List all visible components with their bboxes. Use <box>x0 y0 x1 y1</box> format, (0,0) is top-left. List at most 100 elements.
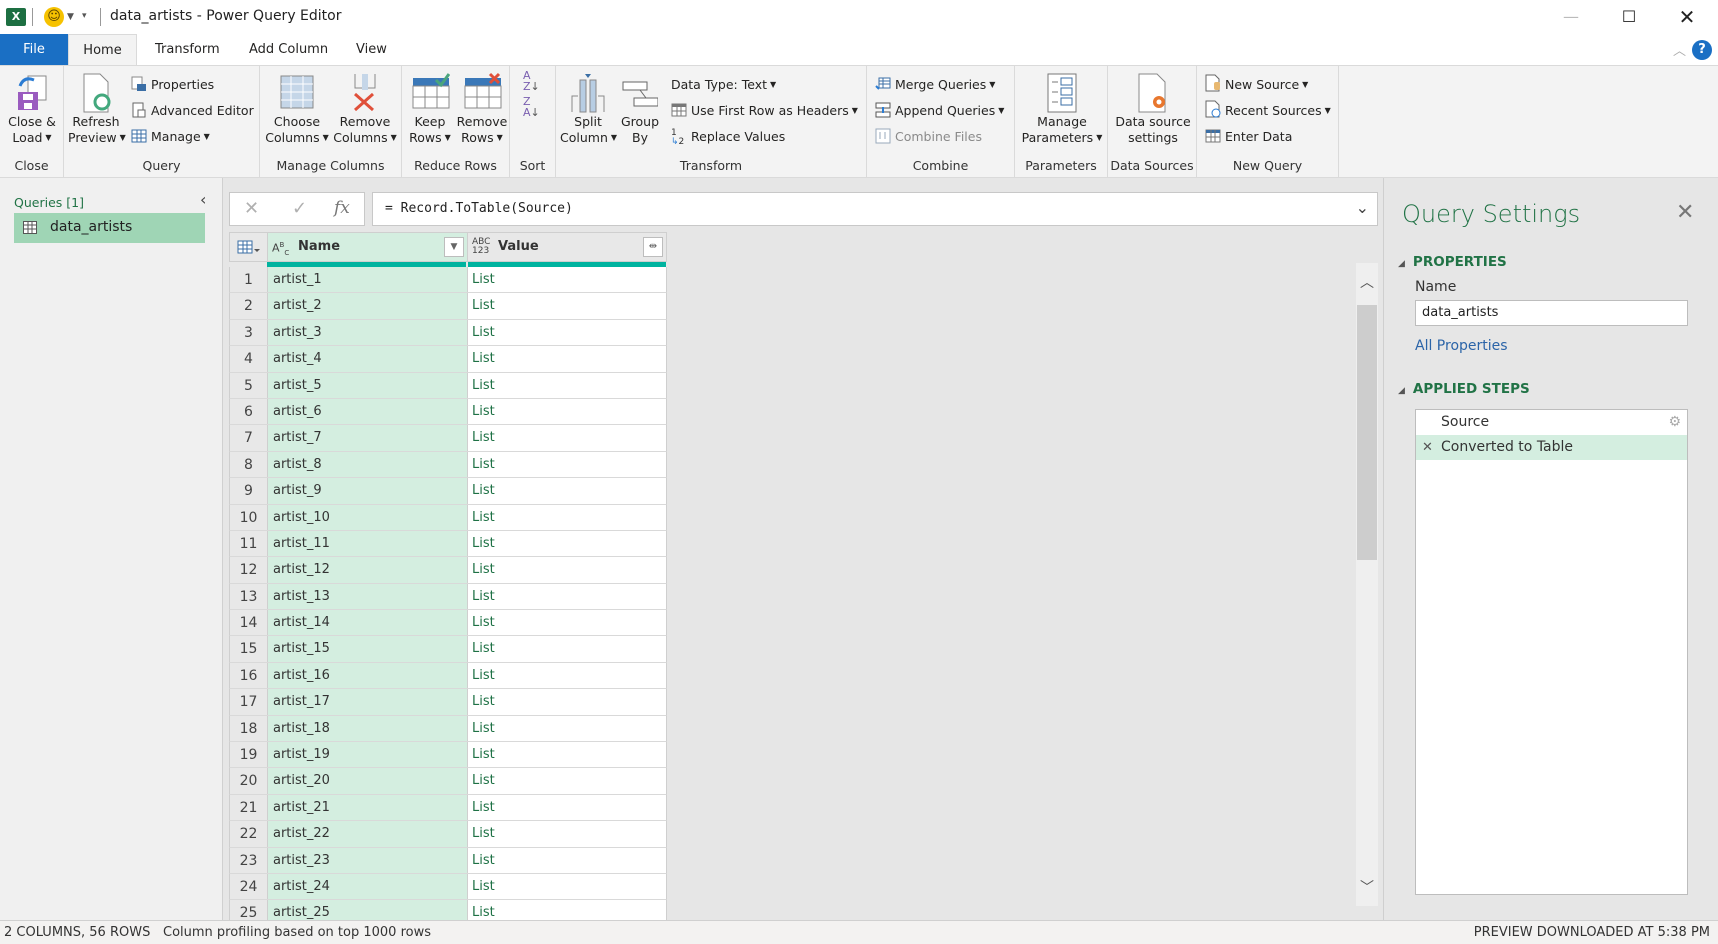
cell-value-list-link[interactable]: List <box>468 346 666 371</box>
cell-value-list-link[interactable]: List <box>468 768 666 793</box>
cell-value-list-link[interactable]: List <box>468 320 666 345</box>
cell-name[interactable]: artist_13 <box>268 583 468 610</box>
step-source[interactable]: Source ⚙ <box>1416 410 1687 435</box>
cell-value-list-link[interactable]: List <box>468 452 666 477</box>
cell-value-list-link[interactable]: List <box>468 874 666 899</box>
properties-section[interactable]: ◢ PROPERTIES <box>1398 254 1507 270</box>
row-number[interactable]: 13 <box>230 583 268 610</box>
collapse-ribbon-icon[interactable]: ︿ <box>1673 40 1686 59</box>
cell-name[interactable]: artist_7 <box>268 425 468 451</box>
cell-name[interactable]: artist_19 <box>268 742 468 768</box>
column-header-name[interactable]: ABC Name ▼ <box>268 233 468 261</box>
minimize-button[interactable]: — <box>1548 0 1594 34</box>
cell-name[interactable]: artist_18 <box>268 715 468 742</box>
table-row[interactable]: 10 artist_10 List <box>229 504 667 531</box>
confirm-formula-icon[interactable]: ✓ <box>292 198 307 219</box>
row-number[interactable]: 23 <box>230 847 268 873</box>
tab-file[interactable]: File <box>0 34 68 66</box>
step-converted-to-table[interactable]: ✕ Converted to Table <box>1416 435 1687 460</box>
table-row[interactable]: 1 artist_1 List <box>229 267 667 294</box>
cell-name[interactable]: artist_20 <box>268 768 468 794</box>
cell-name[interactable]: artist_1 <box>268 267 468 293</box>
row-number[interactable]: 9 <box>230 478 268 504</box>
table-row[interactable]: 8 artist_8 List <box>229 451 667 479</box>
remove-columns-button[interactable]: Remove Columns ▼ <box>332 72 398 146</box>
close-load-button[interactable]: Close & Load ▼ <box>4 72 60 146</box>
cell-value-list-link[interactable]: List <box>468 716 666 741</box>
table-row[interactable]: 23 artist_23 List <box>229 847 667 874</box>
scroll-thumb[interactable] <box>1357 305 1377 560</box>
chevron-down-icon[interactable]: ▼ <box>67 12 74 22</box>
close-window-button[interactable]: ✕ <box>1664 0 1710 34</box>
customize-qat-icon[interactable]: ▾ <box>82 11 87 21</box>
close-settings-icon[interactable]: ✕ <box>1676 200 1694 225</box>
text-type-icon[interactable]: ABC <box>272 241 289 258</box>
append-queries-button[interactable]: Append Queries ▼ <box>875 100 1004 122</box>
table-row[interactable]: 13 artist_13 List <box>229 583 667 611</box>
filter-dropdown-button[interactable]: ▼ <box>444 237 464 257</box>
table-row[interactable]: 15 artist_15 List <box>229 636 667 663</box>
cell-name[interactable]: artist_9 <box>268 478 468 504</box>
data-source-settings-button[interactable]: Data source settings <box>1112 72 1194 146</box>
table-row[interactable]: 22 artist_22 List <box>229 821 667 848</box>
refresh-preview-button[interactable]: Refresh Preview ▼ <box>68 72 126 146</box>
row-number[interactable]: 10 <box>230 504 268 530</box>
column-header-value[interactable]: ABC 123 Value ⇹ <box>468 233 666 261</box>
advanced-editor-button[interactable]: Advanced Editor <box>131 100 254 122</box>
delete-step-icon[interactable]: ✕ <box>1422 435 1433 460</box>
row-number[interactable]: 8 <box>230 451 268 478</box>
query-name-input[interactable]: data_artists <box>1415 300 1688 326</box>
cell-name[interactable]: artist_12 <box>268 557 468 583</box>
cell-name[interactable]: artist_21 <box>268 794 468 821</box>
cell-value-list-link[interactable]: List <box>468 373 666 398</box>
manage-parameters-button[interactable]: Manage Parameters ▼ <box>1019 72 1105 146</box>
data-type-dropdown[interactable]: Data Type: Text ▼ <box>671 74 776 96</box>
cell-value-list-link[interactable]: List <box>468 584 666 609</box>
query-item-data-artists[interactable]: data_artists <box>14 213 205 243</box>
cell-name[interactable]: artist_15 <box>268 636 468 662</box>
table-row[interactable]: 5 artist_5 List <box>229 372 667 399</box>
expand-formula-icon[interactable]: ⌄ <box>1356 198 1369 217</box>
keep-rows-button[interactable]: Keep Rows ▼ <box>404 72 456 146</box>
cell-value-list-link[interactable]: List <box>468 795 666 820</box>
cell-name[interactable]: artist_14 <box>268 610 468 636</box>
cell-name[interactable]: artist_23 <box>268 847 468 873</box>
new-source-button[interactable]: New Source ▼ <box>1205 74 1308 96</box>
table-row[interactable]: 18 artist_18 List <box>229 715 667 743</box>
any-type-icon[interactable]: ABC 123 <box>472 238 490 256</box>
expand-column-button[interactable]: ⇹ <box>643 237 663 257</box>
applied-steps-section[interactable]: ◢ APPLIED STEPS <box>1398 381 1530 397</box>
cell-name[interactable]: artist_11 <box>268 530 468 557</box>
row-number[interactable]: 11 <box>230 530 268 557</box>
row-number[interactable]: 22 <box>230 821 268 847</box>
table-row[interactable]: 12 artist_12 List <box>229 557 667 584</box>
table-row[interactable]: 7 artist_7 List <box>229 425 667 452</box>
cell-name[interactable]: artist_5 <box>268 372 468 398</box>
row-number[interactable]: 21 <box>230 794 268 821</box>
column-profiling-status[interactable]: Column profiling based on top 1000 rows <box>163 925 431 940</box>
scroll-down-icon[interactable]: ﹀ <box>1356 870 1378 906</box>
cell-name[interactable]: artist_8 <box>268 451 468 478</box>
replace-values-button[interactable]: 1 ↳2 Replace Values <box>671 126 785 148</box>
cell-value-list-link[interactable]: List <box>468 689 666 714</box>
cell-value-list-link[interactable]: List <box>468 821 666 846</box>
row-number[interactable]: 1 <box>230 267 268 293</box>
cell-value-list-link[interactable]: List <box>468 293 666 318</box>
merge-queries-button[interactable]: Merge Queries ▼ <box>875 74 995 96</box>
table-row[interactable]: 16 artist_16 List <box>229 662 667 690</box>
cell-value-list-link[interactable]: List <box>468 636 666 661</box>
cell-name[interactable]: artist_4 <box>268 346 468 372</box>
tab-home[interactable]: Home <box>68 34 137 66</box>
cell-name[interactable]: artist_2 <box>268 293 468 319</box>
split-column-button[interactable]: Split Column ▼ <box>560 72 617 146</box>
scroll-up-icon[interactable]: ︿ <box>1356 263 1378 303</box>
row-number[interactable]: 6 <box>230 398 268 425</box>
remove-rows-button[interactable]: Remove Rows ▼ <box>456 72 508 146</box>
all-properties-link[interactable]: All Properties <box>1415 338 1508 354</box>
gear-icon[interactable]: ⚙ <box>1668 410 1681 435</box>
row-number[interactable]: 5 <box>230 372 268 398</box>
maximize-button[interactable]: ☐ <box>1606 0 1652 34</box>
row-number[interactable]: 17 <box>230 689 268 715</box>
cell-name[interactable]: artist_10 <box>268 504 468 530</box>
cell-name[interactable]: artist_22 <box>268 821 468 847</box>
